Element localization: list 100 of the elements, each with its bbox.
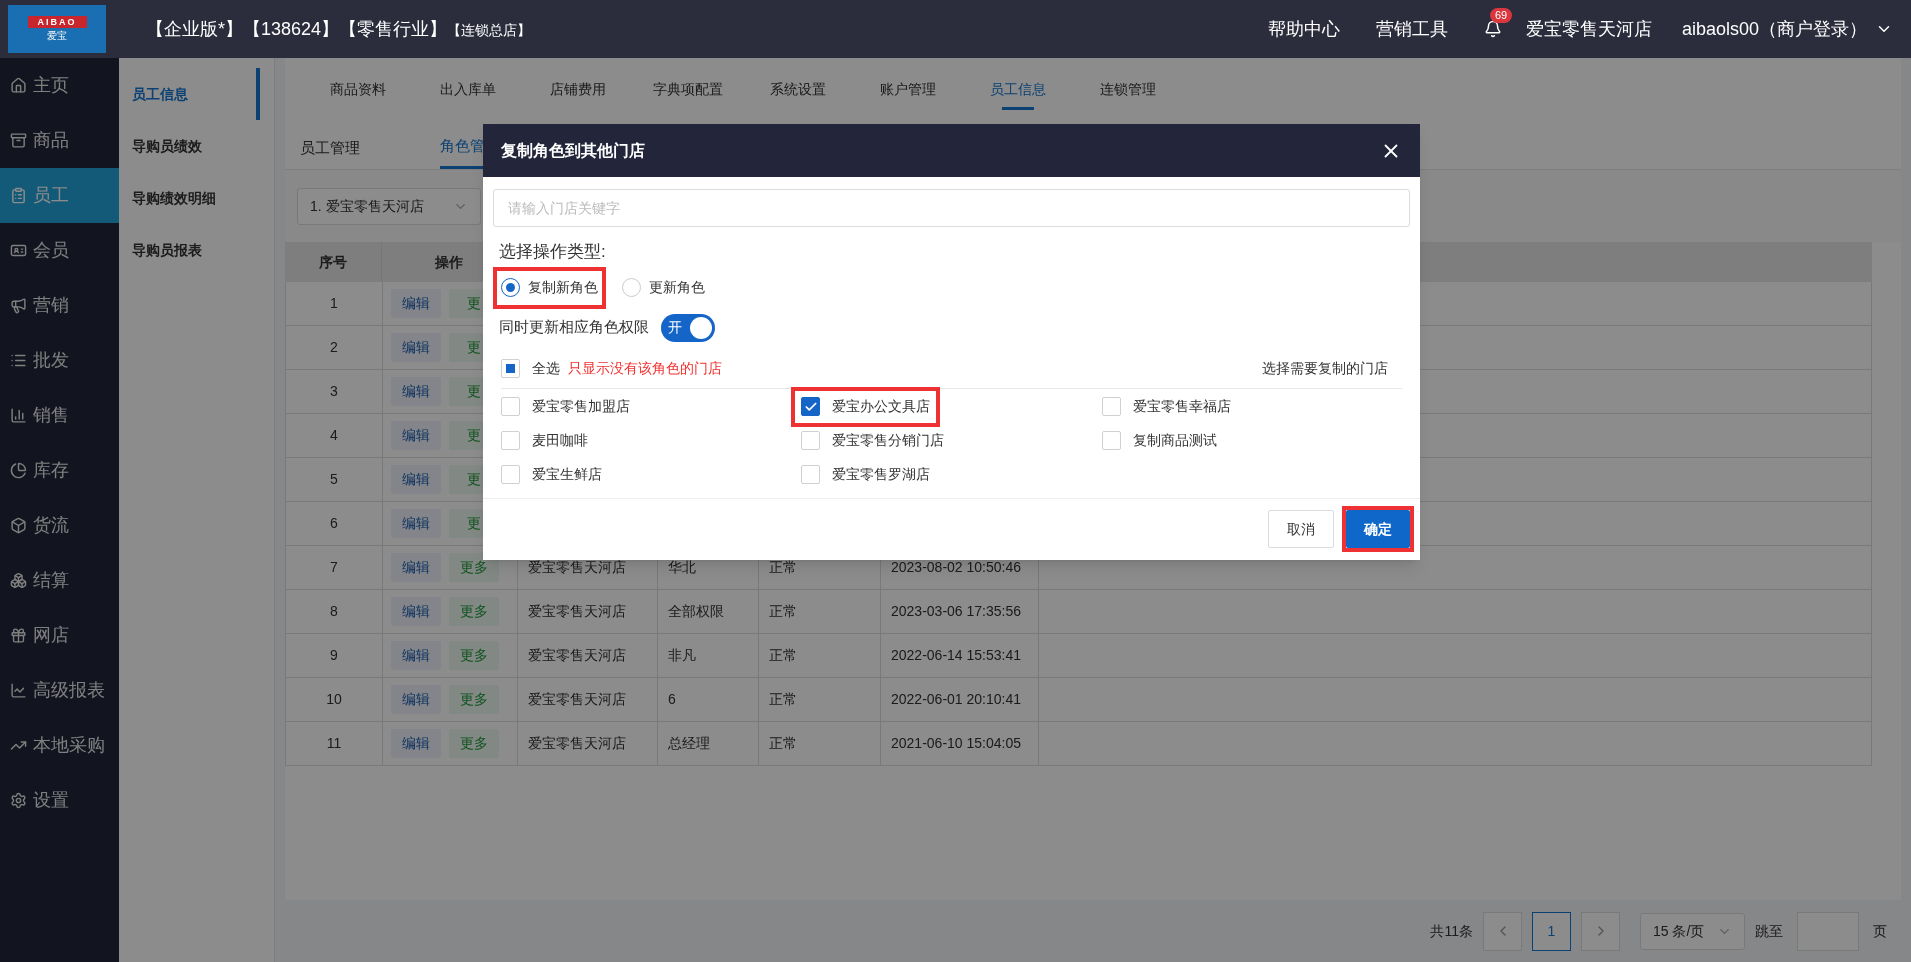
store-label: 爱宝办公文具店 xyxy=(832,397,931,416)
sidebar-item[interactable]: 营销 xyxy=(0,278,119,333)
store-label: 爱宝零售分销门店 xyxy=(832,431,945,450)
page-button[interactable]: 1 xyxy=(1532,911,1571,951)
table-cell: 2022-06-01 20:10:41 xyxy=(881,678,1039,721)
table-cell: 11 xyxy=(286,722,383,765)
header-link[interactable]: 营销工具 xyxy=(1375,15,1448,43)
store-label: 爱宝零售罗湖店 xyxy=(832,465,931,484)
header-link[interactable]: 帮助中心 xyxy=(1267,15,1340,43)
subtab[interactable]: 员工管理 xyxy=(300,127,440,169)
subnav-item[interactable]: 导购员报表 xyxy=(119,224,274,276)
table-cell: 爱宝零售天河店 xyxy=(518,722,658,765)
edit-button[interactable]: 编辑 xyxy=(391,509,441,538)
tab[interactable]: 系统设置 xyxy=(743,58,853,120)
sidebar-item[interactable]: 批发 xyxy=(0,333,119,388)
edit-button[interactable]: 编辑 xyxy=(391,685,441,714)
sidebar-item[interactable]: 主页 xyxy=(0,58,119,113)
page-unit: 页 xyxy=(1873,921,1887,941)
cancel-button[interactable]: 取消 xyxy=(1268,510,1334,548)
edit-button[interactable]: 编辑 xyxy=(391,641,441,670)
tab[interactable]: 字典项配置 xyxy=(633,58,743,120)
store-label: 爱宝零售加盟店 xyxy=(532,397,630,416)
sidebar-item[interactable]: 网店 xyxy=(0,608,119,663)
subnav-item[interactable]: 导购绩效明细 xyxy=(119,172,274,224)
table-cell: 正常 xyxy=(759,722,881,765)
table-cell: 爱宝零售天河店 xyxy=(518,634,658,677)
store-select[interactable]: 1. 爱宝零售天河店 xyxy=(297,187,481,225)
prev-page-button[interactable] xyxy=(1483,911,1522,951)
logo-subtext: 爱宝 xyxy=(47,29,67,42)
logo-text: AIBAO xyxy=(27,16,87,28)
table-cell: 4 xyxy=(286,414,383,457)
settings-icon xyxy=(10,792,27,809)
sidebar-item[interactable]: 会员 xyxy=(0,223,119,278)
table-cell: 10 xyxy=(286,678,383,721)
table-cell: 6 xyxy=(658,678,759,721)
edit-button[interactable]: 编辑 xyxy=(391,421,441,450)
more-button[interactable]: 更多 xyxy=(449,641,499,670)
filter-note: 只显示没有该角色的门店 xyxy=(568,358,722,378)
more-button[interactable]: 更多 xyxy=(449,729,499,758)
account-menu[interactable]: aibaols00（商户登录） xyxy=(1681,15,1867,43)
next-page-button[interactable] xyxy=(1581,911,1620,951)
page-size-select[interactable]: 15 条/页 xyxy=(1640,912,1745,950)
table-cell: 正常 xyxy=(759,634,881,677)
cube-icon xyxy=(10,517,27,534)
table-cell: 2021-06-10 15:04:05 xyxy=(881,722,1039,765)
sidebar-item[interactable]: 销售 xyxy=(0,388,119,443)
edit-button[interactable]: 编辑 xyxy=(391,553,441,582)
more-button[interactable]: 更多 xyxy=(449,685,499,714)
table-cell: 2022-06-14 15:53:41 xyxy=(881,634,1039,677)
table-cell: 正常 xyxy=(759,678,881,721)
confirm-button[interactable]: 确定 xyxy=(1346,510,1410,548)
pie-chart-icon xyxy=(10,462,27,479)
tab[interactable]: 店铺费用 xyxy=(523,58,633,120)
sidebar-item[interactable]: 本地采购 xyxy=(0,718,119,773)
edit-button[interactable]: 编辑 xyxy=(391,333,441,362)
edit-button[interactable]: 编辑 xyxy=(391,465,441,494)
sidebar-item[interactable]: 员工 xyxy=(0,168,119,223)
gift-icon xyxy=(10,627,27,644)
sidebar-item[interactable]: 高级报表 xyxy=(0,663,119,718)
megaphone-icon xyxy=(10,297,27,314)
id-card-icon xyxy=(10,242,27,259)
edit-button[interactable]: 编辑 xyxy=(391,289,441,318)
tab[interactable]: 商品资料 xyxy=(303,58,413,120)
more-button[interactable]: 更多 xyxy=(449,553,499,582)
store-checkbox[interactable] xyxy=(801,397,821,416)
search-field[interactable]: 请输入门店关键字 xyxy=(493,189,1410,227)
bar-chart-icon xyxy=(10,407,27,424)
tab[interactable]: 账户管理 xyxy=(853,58,963,120)
sidebar-item[interactable]: 结算 xyxy=(0,553,119,608)
line-chart-icon xyxy=(10,682,27,699)
table-cell: 正常 xyxy=(759,590,881,633)
store-name: 爱宝零售天河店 xyxy=(1525,17,1652,41)
edition-label: 【企业版*】【138624】【零售行业】 xyxy=(146,17,448,41)
column-header: 序号 xyxy=(285,242,382,282)
sidebar-item[interactable]: 货流 xyxy=(0,498,119,553)
more-button[interactable]: 更多 xyxy=(449,597,499,626)
home-icon xyxy=(10,77,27,94)
cubes-icon xyxy=(10,572,27,589)
store-label: 麦田咖啡 xyxy=(532,431,588,450)
edit-button[interactable]: 编辑 xyxy=(391,597,441,626)
toggle-switch[interactable]: 开 xyxy=(661,313,715,342)
sidebar-item[interactable]: 商品 xyxy=(0,113,119,168)
edit-button[interactable]: 编辑 xyxy=(391,729,441,758)
table-cell: 爱宝零售天河店 xyxy=(518,590,658,633)
table-cell: 6 xyxy=(286,502,383,545)
subnav-item[interactable]: 导购员绩效 xyxy=(119,120,274,172)
store-label: 复制商品测试 xyxy=(1132,431,1217,450)
edit-button[interactable]: 编辑 xyxy=(391,377,441,406)
tab[interactable]: 连锁管理 xyxy=(1073,58,1183,120)
stores-label: 选择需要复制的门店 xyxy=(1262,358,1388,378)
sidebar-item[interactable]: 设置 xyxy=(0,773,119,828)
tab[interactable]: 员工信息 xyxy=(963,58,1073,120)
tab[interactable]: 出入库单 xyxy=(413,58,523,120)
select-all-checkbox[interactable] xyxy=(501,358,520,378)
bell-icon[interactable] xyxy=(1483,20,1502,38)
partial-mark-icon xyxy=(506,363,515,373)
table-cell: 非凡 xyxy=(658,634,759,677)
radio-option[interactable]: 更新角色 xyxy=(618,270,709,305)
subnav-item[interactable]: 员工信息 xyxy=(119,68,260,120)
sidebar-item[interactable]: 库存 xyxy=(0,443,119,498)
